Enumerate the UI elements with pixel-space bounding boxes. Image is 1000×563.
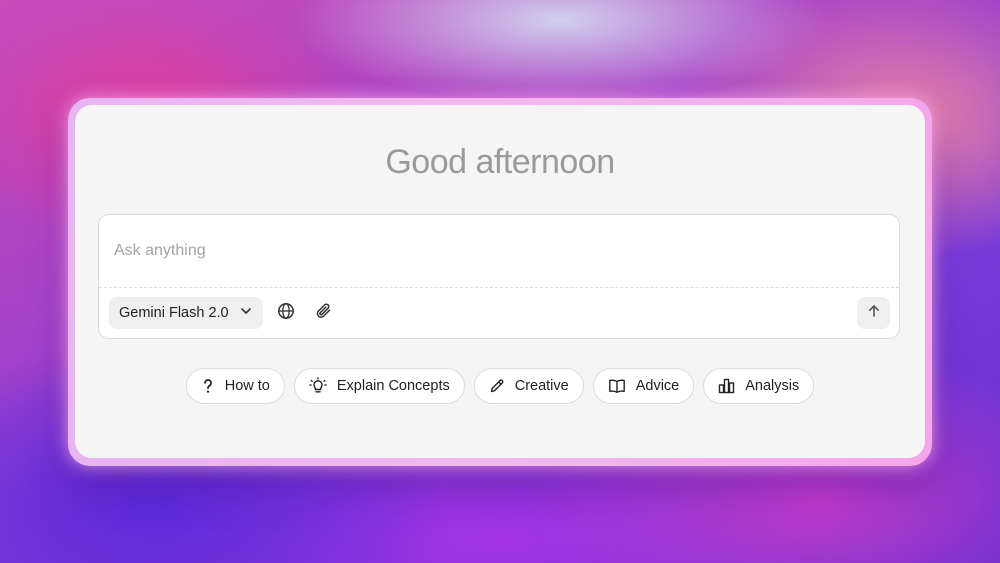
suggestion-chip-label: How to bbox=[224, 378, 270, 394]
web-search-button[interactable] bbox=[273, 300, 299, 326]
chat-start-card: Good afternoon Gemini Flash 2.0 bbox=[75, 105, 925, 458]
attach-file-button[interactable] bbox=[311, 300, 337, 326]
suggestion-chip-label: Advice bbox=[635, 378, 680, 394]
suggestion-chip-explain-concepts[interactable]: Explain Concepts bbox=[293, 368, 465, 404]
composer-divider bbox=[99, 287, 899, 288]
question-mark-icon bbox=[201, 378, 215, 394]
globe-icon bbox=[277, 302, 295, 325]
suggestion-chip-how-to[interactable]: How to bbox=[185, 368, 285, 404]
send-button[interactable] bbox=[857, 297, 890, 329]
suggestion-chip-label: Analysis bbox=[745, 378, 800, 394]
paperclip-icon bbox=[315, 302, 333, 325]
model-selector-label: Gemini Flash 2.0 bbox=[119, 305, 229, 321]
lightbulb-icon bbox=[309, 377, 327, 395]
suggestion-chip-analysis[interactable]: Analysis bbox=[703, 368, 815, 404]
chevron-down-icon bbox=[239, 304, 253, 322]
bar-chart-icon bbox=[718, 378, 735, 394]
book-icon bbox=[608, 378, 626, 394]
model-selector[interactable]: Gemini Flash 2.0 bbox=[109, 297, 263, 329]
suggestion-chip-label: Creative bbox=[514, 378, 569, 394]
greeting-heading: Good afternoon bbox=[385, 143, 615, 181]
suggestion-chips: How to Explain Concepts Creative Advice … bbox=[75, 368, 925, 404]
prompt-composer: Gemini Flash 2.0 bbox=[98, 214, 900, 339]
prompt-input[interactable] bbox=[99, 215, 899, 287]
suggestion-chip-advice[interactable]: Advice bbox=[592, 368, 695, 404]
suggestion-chip-creative[interactable]: Creative bbox=[473, 368, 584, 404]
arrow-up-icon bbox=[866, 303, 882, 324]
suggestion-chip-label: Explain Concepts bbox=[336, 378, 450, 394]
pencil-icon bbox=[489, 378, 505, 394]
